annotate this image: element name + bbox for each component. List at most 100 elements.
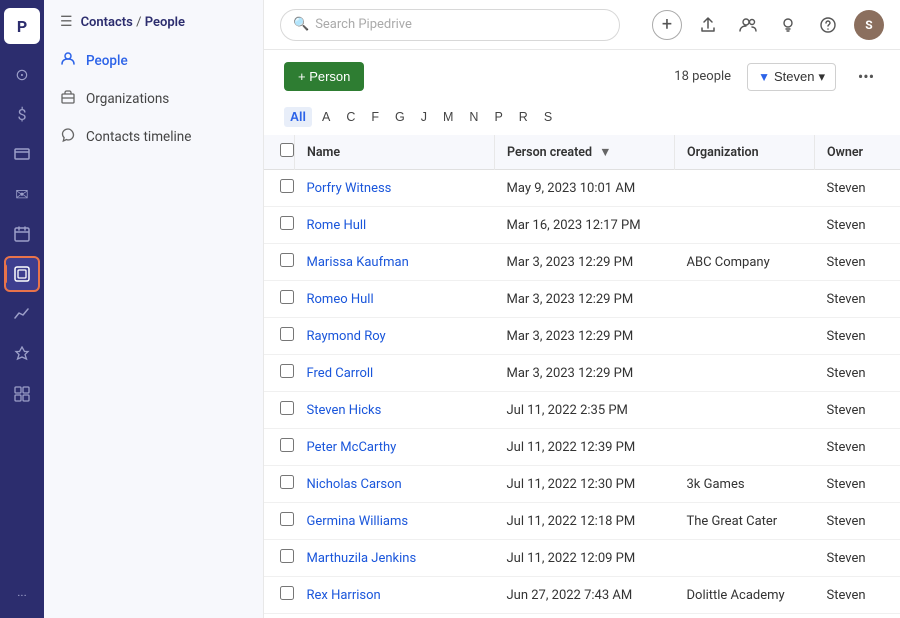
row-checkbox[interactable] — [280, 438, 294, 452]
row-created: Jul 11, 2022 12:30 PM — [495, 466, 675, 503]
app-logo[interactable]: P — [4, 8, 40, 44]
person-name-link[interactable]: Marthuzila Jenkins — [307, 551, 417, 566]
sidebar-item-people[interactable]: People — [44, 42, 263, 80]
alpha-filter-j[interactable]: J — [415, 107, 433, 127]
person-name-link[interactable]: Porfry Witness — [307, 181, 392, 196]
alpha-filter-c[interactable]: C — [340, 107, 361, 127]
content-header: + Person 18 people ▼ Steven ▾ ••• — [264, 50, 900, 103]
row-created: Jul 11, 2022 2:35 PM — [495, 392, 675, 429]
contacts-nav-icon[interactable] — [4, 256, 40, 292]
row-organization — [675, 540, 815, 577]
row-organization — [675, 281, 815, 318]
row-checkbox[interactable] — [280, 549, 294, 563]
row-checkbox-cell — [264, 318, 295, 355]
row-checkbox[interactable] — [280, 512, 294, 526]
row-checkbox-cell — [264, 244, 295, 281]
row-organization — [675, 318, 815, 355]
header-owner[interactable]: Owner — [815, 135, 900, 170]
row-name: Marissa Kaufman — [295, 244, 495, 281]
marketplace-nav-icon[interactable] — [4, 376, 40, 412]
person-name-link[interactable]: Rome Hull — [307, 218, 367, 233]
alpha-filter-f[interactable]: F — [365, 107, 385, 127]
row-name: Nicholas Carson — [295, 466, 495, 503]
home-nav-icon[interactable]: ⊙ — [4, 56, 40, 92]
sidebar-item-organizations-label: Organizations — [86, 91, 169, 107]
person-name-link[interactable]: Rex Harrison — [307, 588, 381, 603]
alpha-filter-all[interactable]: All — [284, 107, 312, 127]
table-row: Porfry Witness May 9, 2023 10:01 AM Stev… — [264, 170, 900, 207]
row-checkbox[interactable] — [280, 327, 294, 341]
leads-nav-icon[interactable] — [4, 136, 40, 172]
row-organization — [675, 170, 815, 207]
header-person-created[interactable]: Person created ▼ — [495, 135, 675, 170]
alpha-filter-n[interactable]: N — [463, 107, 484, 127]
table-row: Steven Hicks Jul 11, 2022 2:35 PM Steven — [264, 392, 900, 429]
people-icon-topbar[interactable] — [734, 11, 762, 39]
row-checkbox-cell — [264, 577, 295, 614]
alpha-filter-p[interactable]: P — [488, 107, 508, 127]
sidebar-item-timeline[interactable]: Contacts timeline — [44, 118, 263, 156]
row-checkbox[interactable] — [280, 364, 294, 378]
person-name-link[interactable]: Steven Hicks — [307, 403, 382, 418]
select-all-checkbox[interactable] — [280, 143, 294, 157]
row-checkbox[interactable] — [280, 216, 294, 230]
table-row: Marissa Kaufman Mar 3, 2023 12:29 PM ABC… — [264, 244, 900, 281]
table-header: Name Person created ▼ Organization Owner… — [264, 135, 900, 170]
row-checkbox[interactable] — [280, 253, 294, 267]
help-icon[interactable] — [814, 11, 842, 39]
row-checkbox[interactable] — [280, 586, 294, 600]
analytics-nav-icon[interactable] — [4, 296, 40, 332]
timeline-icon — [60, 127, 76, 147]
deals-nav-icon[interactable]: $ — [4, 96, 40, 132]
sidebar-item-organizations[interactable]: Organizations — [44, 80, 263, 118]
row-checkbox[interactable] — [280, 401, 294, 415]
person-name-link[interactable]: Germina Williams — [307, 514, 409, 529]
header-name[interactable]: Name — [295, 135, 495, 170]
table-row: Rex Harrison Jun 27, 2022 7:43 AM Dolitt… — [264, 577, 900, 614]
products-nav-icon[interactable] — [4, 336, 40, 372]
row-organization: The Great Cater — [675, 503, 815, 540]
row-created: Mar 3, 2023 12:29 PM — [495, 355, 675, 392]
person-name-link[interactable]: Fred Carroll — [307, 366, 374, 381]
table-row: Fred Carroll Mar 3, 2023 12:29 PM Steven — [264, 355, 900, 392]
row-checkbox[interactable] — [280, 179, 294, 193]
row-owner: Steven — [815, 540, 900, 577]
person-name-link[interactable]: Romeo Hull — [307, 292, 374, 307]
row-checkbox[interactable] — [280, 475, 294, 489]
alpha-filter-s[interactable]: S — [538, 107, 558, 127]
row-checkbox-cell — [264, 540, 295, 577]
person-name-link[interactable]: Marissa Kaufman — [307, 255, 409, 270]
calendar-nav-icon[interactable] — [4, 216, 40, 252]
filter-button[interactable]: ▼ Steven ▾ — [747, 63, 836, 91]
header-organization[interactable]: Organization — [675, 135, 815, 170]
alpha-filter-m[interactable]: M — [437, 107, 459, 127]
topbar-actions: + S — [652, 10, 884, 40]
nav-more-button[interactable]: ... — [4, 574, 40, 610]
bulb-icon[interactable] — [774, 11, 802, 39]
row-checkbox[interactable] — [280, 290, 294, 304]
row-owner: Steven — [815, 355, 900, 392]
row-owner: Steven — [815, 318, 900, 355]
search-box[interactable]: 🔍 Search Pipedrive — [280, 9, 620, 41]
table-container: Name Person created ▼ Organization Owner… — [264, 135, 900, 618]
more-options-button[interactable]: ••• — [852, 63, 880, 91]
sidebar: ☰ Contacts / People People Organizations… — [44, 0, 264, 618]
alpha-filter-g[interactable]: G — [389, 107, 411, 127]
person-name-link[interactable]: Nicholas Carson — [307, 477, 402, 492]
add-button[interactable]: + — [652, 10, 682, 40]
alpha-filter-a[interactable]: A — [316, 107, 336, 127]
table-row: Gabriel Hines Jun 27, 2022 7:15 AM Magic… — [264, 614, 900, 618]
search-icon: 🔍 — [293, 17, 309, 32]
person-name-link[interactable]: Peter McCarthy — [307, 440, 397, 455]
mail-nav-icon[interactable]: ✉ — [4, 176, 40, 212]
person-name-link[interactable]: Raymond Roy — [307, 329, 386, 344]
avatar[interactable]: S — [854, 10, 884, 40]
row-owner: Steven — [815, 503, 900, 540]
row-name: Rome Hull — [295, 207, 495, 244]
row-name: Romeo Hull — [295, 281, 495, 318]
share-icon[interactable] — [694, 11, 722, 39]
hamburger-icon[interactable]: ☰ — [60, 14, 73, 30]
add-person-button[interactable]: + Person — [284, 62, 364, 91]
row-owner: Steven — [815, 392, 900, 429]
alpha-filter-r[interactable]: R — [513, 107, 534, 127]
